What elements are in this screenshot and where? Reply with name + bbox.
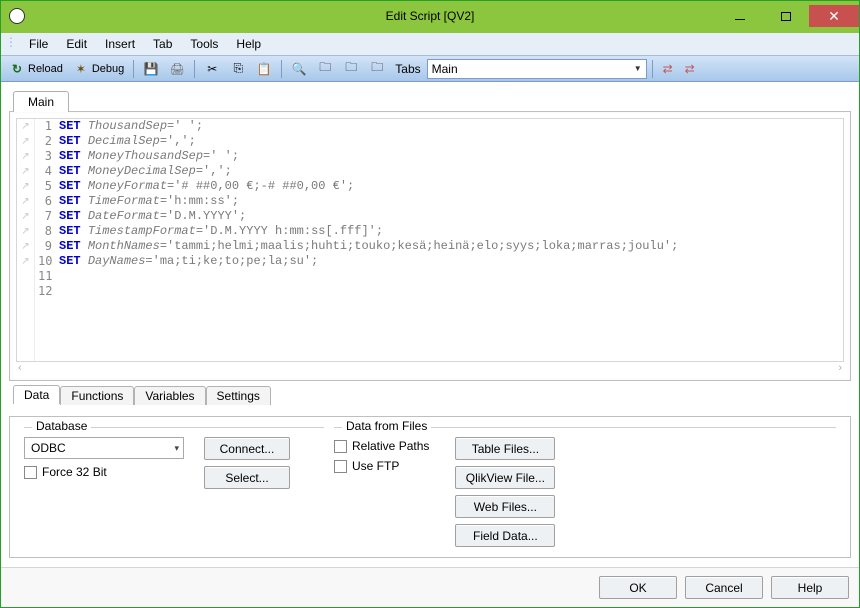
swap-icon: ⇄	[684, 61, 696, 77]
panel-tab-settings[interactable]: Settings	[206, 386, 271, 405]
script-tabstrip: Main	[9, 90, 851, 111]
cut-button[interactable]: ✂	[200, 59, 224, 79]
checkbox-icon	[334, 440, 347, 453]
paste-button[interactable]: 📋	[252, 59, 276, 79]
web-files-button[interactable]: Web Files...	[455, 495, 555, 518]
panel-tab-functions[interactable]: Functions	[60, 386, 134, 405]
tabs-label: Tabs	[395, 62, 420, 76]
folder-icon: 🗀	[317, 61, 333, 77]
code-area[interactable]: SET ThousandSep=' ';SET DecimalSep=',';S…	[55, 119, 843, 361]
panel-frame: Database ODBC ▾ Force 32 Bit	[9, 416, 851, 558]
toolbar: ↻ Reload ✶ Debug 💾 🖨 ✂ ⎘ 📋 🔍 🗀 🗀 🗀 Tabs …	[1, 56, 859, 82]
line-number-gutter: 123456789101112	[35, 119, 55, 361]
use-ftp-label: Use FTP	[352, 459, 399, 473]
tabs-combo[interactable]: Main ▼	[427, 59, 647, 79]
close-button[interactable]: ✕	[809, 5, 859, 27]
connect-button[interactable]: Connect...	[204, 437, 290, 460]
checkbox-icon	[334, 460, 347, 473]
panel-tab-variables[interactable]: Variables	[134, 386, 205, 405]
tabs-combo-value: Main	[432, 62, 458, 76]
field-data-button[interactable]: Field Data...	[455, 524, 555, 547]
help-button[interactable]: Help	[771, 576, 849, 599]
use-ftp-checkbox[interactable]: Use FTP	[334, 459, 429, 473]
titlebar: Edit Script [QV2] ✕	[1, 1, 859, 31]
app-icon	[9, 8, 25, 24]
copy-button[interactable]: ⎘	[226, 59, 250, 79]
tab-main[interactable]: Main	[13, 91, 69, 112]
debug-label: Debug	[92, 63, 124, 75]
find-icon: 🔍	[291, 61, 307, 77]
folder-button-3[interactable]: 🗀	[365, 59, 389, 79]
editor-frame: ↗↗↗↗↗↗↗↗↗↗ 123456789101112 SET ThousandS…	[9, 111, 851, 381]
menu-edit[interactable]: Edit	[58, 35, 95, 53]
reload-icon: ↻	[9, 61, 25, 77]
menu-tools[interactable]: Tools	[182, 35, 226, 53]
folder-button-1[interactable]: 🗀	[313, 59, 337, 79]
datafiles-legend: Data from Files	[342, 419, 431, 433]
qlikview-file-button[interactable]: QlikView File...	[455, 466, 555, 489]
body: Main ↗↗↗↗↗↗↗↗↗↗ 123456789101112 SET Thou…	[1, 82, 859, 567]
relative-paths-checkbox[interactable]: Relative Paths	[334, 439, 429, 453]
checkbox-icon	[24, 466, 37, 479]
bug-icon: ✶	[73, 61, 89, 77]
relative-paths-label: Relative Paths	[352, 439, 429, 453]
cancel-button[interactable]: Cancel	[685, 576, 763, 599]
force-32bit-label: Force 32 Bit	[42, 465, 107, 479]
database-group: Database ODBC ▾ Force 32 Bit	[24, 427, 324, 547]
debug-button[interactable]: ✶ Debug	[69, 59, 128, 79]
footer: OK Cancel Help	[1, 567, 859, 607]
close-icon: ✕	[828, 8, 840, 25]
minimize-icon	[735, 19, 745, 20]
reload-button[interactable]: ↻ Reload	[5, 59, 67, 79]
force-32bit-checkbox[interactable]: Force 32 Bit	[24, 465, 184, 479]
folder-icon: 🗀	[369, 61, 385, 77]
maximize-icon	[781, 12, 791, 21]
paste-icon: 📋	[256, 61, 272, 77]
dropdown-arrow-icon: ▾	[174, 443, 179, 454]
menu-tab[interactable]: Tab	[145, 35, 180, 53]
horizontal-scrollbar[interactable]: ‹›	[16, 362, 844, 374]
database-legend: Database	[32, 419, 91, 433]
driver-select[interactable]: ODBC ▾	[24, 437, 184, 459]
floppy-icon: 💾	[143, 61, 159, 77]
print-button[interactable]: 🖨	[165, 59, 189, 79]
tab-order-button-1[interactable]: ⇄	[658, 59, 678, 79]
menubar: ⋮ File Edit Insert Tab Tools Help	[1, 31, 859, 56]
driver-value: ODBC	[31, 441, 66, 455]
select-button[interactable]: Select...	[204, 466, 290, 489]
window-title: Edit Script [QV2]	[386, 9, 475, 23]
maximize-button[interactable]	[763, 5, 809, 27]
panel-tabstrip: Data Functions Variables Settings	[13, 385, 855, 404]
editor[interactable]: ↗↗↗↗↗↗↗↗↗↗ 123456789101112 SET ThousandS…	[16, 118, 844, 362]
dropdown-arrow-icon: ▼	[634, 64, 642, 73]
copy-icon: ⎘	[230, 61, 246, 77]
minimize-button[interactable]	[717, 5, 763, 27]
print-icon: 🖨	[169, 61, 185, 77]
folder-button-2[interactable]: 🗀	[339, 59, 363, 79]
data-from-files-group: Data from Files Relative Paths Use FTP	[334, 427, 836, 547]
menu-file[interactable]: File	[21, 35, 56, 53]
panel-tab-data[interactable]: Data	[13, 385, 60, 404]
edit-script-window: Edit Script [QV2] ✕ ⋮ File Edit Insert T…	[0, 0, 860, 608]
menu-grip-icon: ⋮	[5, 35, 19, 53]
menu-insert[interactable]: Insert	[97, 35, 143, 53]
swap-icon: ⇄	[662, 61, 674, 77]
table-files-button[interactable]: Table Files...	[455, 437, 555, 460]
cut-icon: ✂	[204, 61, 220, 77]
breakpoint-gutter[interactable]: ↗↗↗↗↗↗↗↗↗↗	[17, 119, 35, 361]
ok-button[interactable]: OK	[599, 576, 677, 599]
find-button[interactable]: 🔍	[287, 59, 311, 79]
save-button[interactable]: 💾	[139, 59, 163, 79]
tab-order-button-2[interactable]: ⇄	[680, 59, 700, 79]
folder-icon: 🗀	[343, 61, 359, 77]
reload-label: Reload	[28, 63, 63, 75]
menu-help[interactable]: Help	[228, 35, 269, 53]
